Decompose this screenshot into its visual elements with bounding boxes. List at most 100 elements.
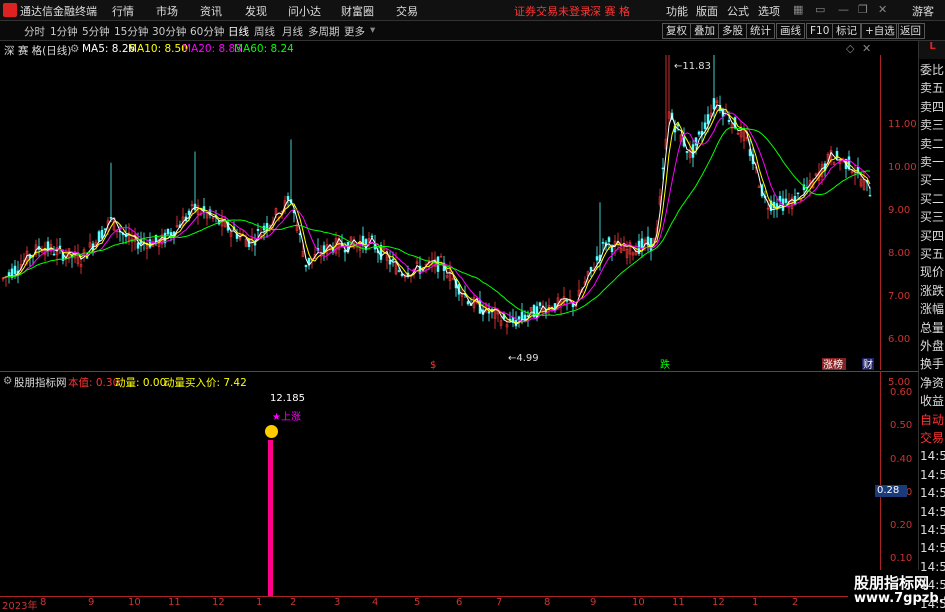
svg-text:财: 财 [863, 358, 873, 370]
sidebar-item[interactable]: 涨幅 [920, 301, 944, 317]
tab-30min[interactable]: 30分钟 [152, 24, 186, 39]
ma60-value: MA60: 8.24 [234, 43, 294, 55]
tab-1min[interactable]: 1分钟 [50, 24, 78, 39]
tab-fenshi[interactable]: 分时 [24, 24, 45, 39]
login-warning[interactable]: 证券交易未登录 [514, 3, 591, 19]
sidebar-item[interactable]: 交易 [920, 430, 944, 446]
sidebar-item[interactable]: 14:56 [920, 577, 945, 593]
sidebar-item[interactable]: 自动 [920, 412, 944, 428]
indicator-tick: 0.10 [890, 553, 913, 564]
user-label[interactable]: 游客 [912, 3, 934, 19]
sidebar-item[interactable]: 14:56 [920, 559, 945, 575]
window-icon[interactable]: ▭ [815, 3, 825, 16]
svg-text:跌: 跌 [660, 358, 670, 370]
candlestick-chart[interactable]: ←11.83 ←4.99 $ 跌 涨榜 财 [0, 55, 880, 370]
sidebar-item[interactable]: 涨跌 [920, 283, 944, 299]
menu-xuanxiang[interactable]: 选项 [758, 3, 780, 19]
settings-icon[interactable]: ⚙ [3, 375, 12, 387]
sidebar-item[interactable]: 换手 [920, 356, 944, 372]
multi-stock-button[interactable]: 多股 [718, 23, 747, 39]
indicator-name: 股朋指标网 [14, 377, 67, 389]
tab-more[interactable]: 更多 [344, 24, 365, 39]
tab-5min[interactable]: 5分钟 [82, 24, 110, 39]
minimize-icon[interactable]: — [838, 3, 849, 16]
date-tick: 7 [496, 597, 503, 608]
tab-weekly[interactable]: 周线 [254, 24, 275, 39]
date-tick: 2 [290, 597, 297, 608]
date-tick: 2023年 [2, 601, 38, 612]
date-tick: 8 [40, 597, 47, 608]
ma20-value: MA20: 8.83 [182, 43, 242, 55]
sidebar-item[interactable]: 总量 [920, 320, 944, 336]
sidebar-item[interactable]: 14:56 [920, 596, 945, 612]
panel-divider [0, 371, 918, 372]
date-tick: 2 [792, 597, 799, 608]
mark-button[interactable]: 标记 [832, 23, 861, 39]
price-tick: 10.00 [888, 162, 917, 173]
sidebar-item[interactable]: 卖四 [920, 99, 944, 115]
svg-text:←11.83: ←11.83 [674, 61, 711, 72]
menu-faxian[interactable]: 发现 [245, 3, 267, 19]
date-tick: 6 [456, 597, 463, 608]
add-favorite-button[interactable]: +自选 [861, 23, 899, 39]
date-tick: 12 [712, 597, 725, 608]
sidebar-item[interactable]: 14:56 [920, 522, 945, 538]
settings-icon[interactable]: ⚙ [70, 43, 79, 55]
sidebar-item[interactable]: 净资 [920, 375, 944, 391]
sidebar-item[interactable]: 14:56 [920, 448, 945, 464]
stats-button[interactable]: 统计 [746, 23, 775, 39]
price-tick: 9.00 [888, 205, 911, 216]
grid-icon[interactable]: ▦ [793, 3, 803, 16]
menu-jiaoyi[interactable]: 交易 [396, 3, 418, 19]
current-indicator-value: 0.28 [875, 485, 907, 497]
date-axis: 2023年 8 9 10 11 12 1 2 3 4 5 6 7 8 9 10 11 12 1 2 [0, 596, 880, 612]
sidebar-item[interactable]: 卖五 [920, 80, 944, 96]
chevron-down-icon[interactable]: ▾ [370, 24, 375, 36]
fuquan-button[interactable]: 复权 [662, 23, 691, 39]
sidebar-item[interactable]: 卖三 [920, 117, 944, 133]
sidebar-item[interactable]: 买一 [920, 172, 944, 188]
sidebar-item[interactable]: 卖二 [920, 136, 944, 152]
menu-gongshi[interactable]: 公式 [727, 3, 749, 19]
stock-title: 深 赛 格 [590, 5, 630, 18]
close-icon[interactable]: ✕ [878, 3, 887, 16]
menu-shichang[interactable]: 市场 [156, 3, 178, 19]
restore-icon[interactable]: ❐ [858, 3, 868, 16]
price-tick: 11.00 [888, 119, 917, 130]
tab-monthly[interactable]: 月线 [282, 24, 303, 39]
indicator-tick: 0.20 [890, 520, 913, 531]
date-tick: 9 [88, 597, 95, 608]
menu-banmian[interactable]: 版面 [696, 3, 718, 19]
sidebar-item[interactable]: 买二 [920, 191, 944, 207]
sidebar-item[interactable]: 14:56 [920, 540, 945, 556]
overlay-button[interactable]: 叠加 [690, 23, 719, 39]
sidebar-item[interactable]: 买五 [920, 246, 944, 262]
sidebar-item[interactable]: 外盘 [920, 338, 944, 354]
sidebar-item[interactable]: 现价 [920, 264, 944, 280]
close-panel-icon[interactable]: ✕ [862, 42, 871, 55]
f10-button[interactable]: F10 [806, 23, 834, 39]
indicator-tick: 0.40 [890, 454, 913, 465]
tab-15min[interactable]: 15分钟 [114, 24, 148, 39]
sidebar-item[interactable]: 委比 [920, 62, 944, 78]
menu-caifuquan[interactable]: 财富圈 [341, 3, 374, 19]
tab-daily[interactable]: 日线 [228, 24, 249, 39]
tab-multi-period[interactable]: 多周期 [308, 24, 340, 39]
draw-line-button[interactable]: 画线 [776, 23, 805, 39]
diamond-icon[interactable]: ◇ [846, 42, 854, 55]
back-button[interactable]: 返回 [896, 23, 925, 39]
sidebar-item[interactable]: 14:56 [920, 467, 945, 483]
date-tick: 4 [372, 597, 379, 608]
sidebar-item[interactable]: 收益 [920, 393, 944, 409]
sidebar-item[interactable]: 买四 [920, 228, 944, 244]
menu-hangqing[interactable]: 行情 [112, 3, 134, 19]
tab-60min[interactable]: 60分钟 [190, 24, 224, 39]
sidebar-item[interactable]: 买三 [920, 209, 944, 225]
sidebar-item[interactable]: 14:56 [920, 504, 945, 520]
sidebar-item[interactable]: 14:56 [920, 485, 945, 501]
menu-wenxiaoda[interactable]: 问小达 [288, 3, 321, 19]
menu-gongneng[interactable]: 功能 [666, 3, 688, 19]
momentum-value: 动量: 0.00 [115, 377, 167, 389]
menu-zixun[interactable]: 资讯 [200, 3, 222, 19]
sidebar-item[interactable]: 卖一 [920, 154, 944, 170]
